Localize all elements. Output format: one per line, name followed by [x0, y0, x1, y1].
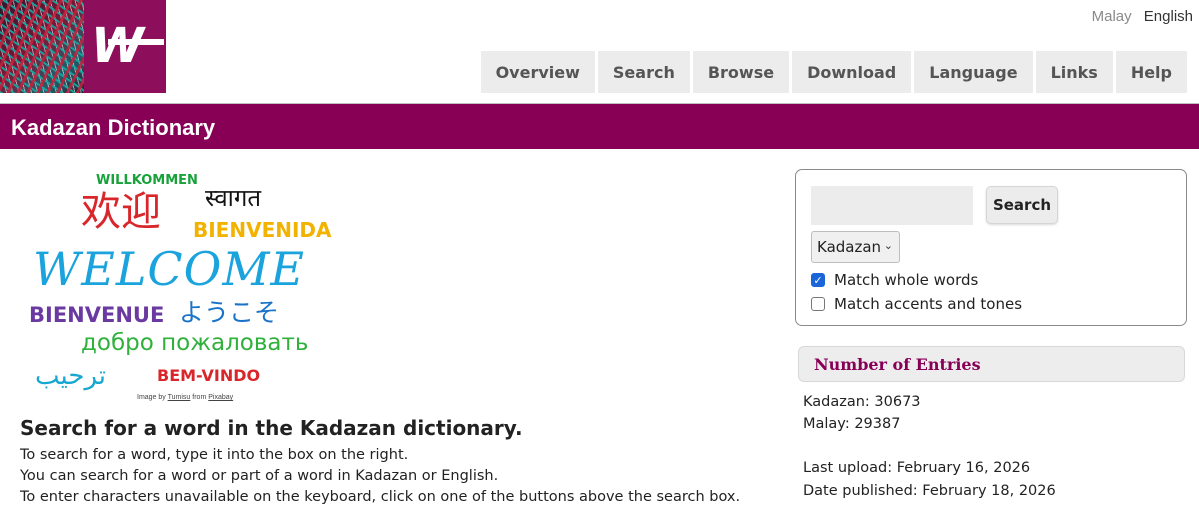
- welcome-word-bienvenida: BIENVENIDA: [193, 218, 332, 242]
- credit-prefix: Image by: [137, 394, 166, 401]
- nav-help[interactable]: Help: [1115, 51, 1187, 93]
- credit-site-link[interactable]: Pixabay: [208, 394, 233, 401]
- entry-count-malay: Malay: 29387: [803, 416, 901, 432]
- welcome-word-chinese: 欢迎: [81, 189, 161, 235]
- date-published: Date published: February 18, 2026: [803, 483, 1056, 499]
- language-select-value: Kadazan: [817, 238, 882, 256]
- welcome-word-willkommen: WILLKOMMEN: [96, 173, 198, 188]
- entry-count-kadazan: Kadazan: 30673: [803, 394, 921, 410]
- welcome-word-hindi: स्वागत: [205, 184, 262, 212]
- nav-search[interactable]: Search: [597, 51, 690, 93]
- welcome-word-russian: добро пожаловать: [81, 330, 309, 356]
- match-accents-label: Match accents and tones: [834, 295, 1023, 313]
- welcome-word-arabic: ترحيب: [35, 361, 107, 391]
- nav-browse[interactable]: Browse: [692, 51, 790, 93]
- intro-line: You can search for a word or part of a w…: [20, 468, 499, 484]
- logo-w-mark: W: [91, 18, 144, 74]
- checkbox-unchecked-icon[interactable]: [811, 297, 825, 311]
- match-accents-option[interactable]: Match accents and tones: [811, 295, 1022, 313]
- language-link-english[interactable]: English: [1144, 8, 1193, 25]
- welcome-word-japanese: ようこそ: [179, 298, 280, 327]
- language-link-malay[interactable]: Malay: [1092, 8, 1132, 25]
- entries-heading: Number of Entries: [798, 346, 1185, 382]
- last-upload-date: Last upload: February 16, 2026: [803, 460, 1031, 476]
- welcome-word-bienvenue: BIENVENUE: [29, 303, 165, 327]
- match-whole-words-label: Match whole words: [834, 271, 979, 289]
- credit-author-link[interactable]: Tumisu: [168, 394, 191, 401]
- welcome-word-welcome: WELCOME: [33, 242, 305, 296]
- checkbox-checked-icon[interactable]: ✓: [811, 273, 825, 287]
- logo-bar: [108, 39, 164, 45]
- intro-line: To enter characters unavailable on the k…: [20, 489, 741, 505]
- search-button[interactable]: Search: [986, 186, 1058, 224]
- top-nav: Overview Search Browse Download Language…: [480, 51, 1187, 93]
- welcome-word-bem-vindo: BEM-VINDO: [157, 366, 261, 385]
- language-select[interactable]: Kadazan ⌄: [811, 231, 900, 263]
- nav-language[interactable]: Language: [914, 51, 1033, 93]
- credit-mid: from: [192, 394, 207, 401]
- nav-overview[interactable]: Overview: [480, 51, 595, 93]
- search-input[interactable]: [811, 186, 973, 225]
- search-panel: Search Kadazan ⌄ ✓ Match whole words Mat…: [795, 169, 1187, 326]
- language-switch: Malay English: [1084, 8, 1193, 25]
- logo-textile-image: [0, 0, 88, 93]
- chevron-down-icon: ⌄: [883, 239, 893, 252]
- welcome-image: WILLKOMMEN स्वागत 欢迎 BIENVENIDA WELCOME …: [25, 170, 345, 405]
- match-whole-words-option[interactable]: ✓ Match whole words: [811, 271, 978, 289]
- image-credit: Image by Tumisu from Pixabay: [137, 394, 233, 401]
- intro-line: To search for a word, type it into the b…: [20, 447, 409, 463]
- nav-links[interactable]: Links: [1035, 51, 1113, 93]
- page-title: Kadazan Dictionary: [11, 115, 216, 140]
- site-logo[interactable]: W: [0, 0, 166, 93]
- nav-download[interactable]: Download: [792, 51, 912, 93]
- title-bar: Kadazan Dictionary: [0, 103, 1199, 149]
- intro-heading: Search for a word in the Kadazan diction…: [20, 416, 523, 440]
